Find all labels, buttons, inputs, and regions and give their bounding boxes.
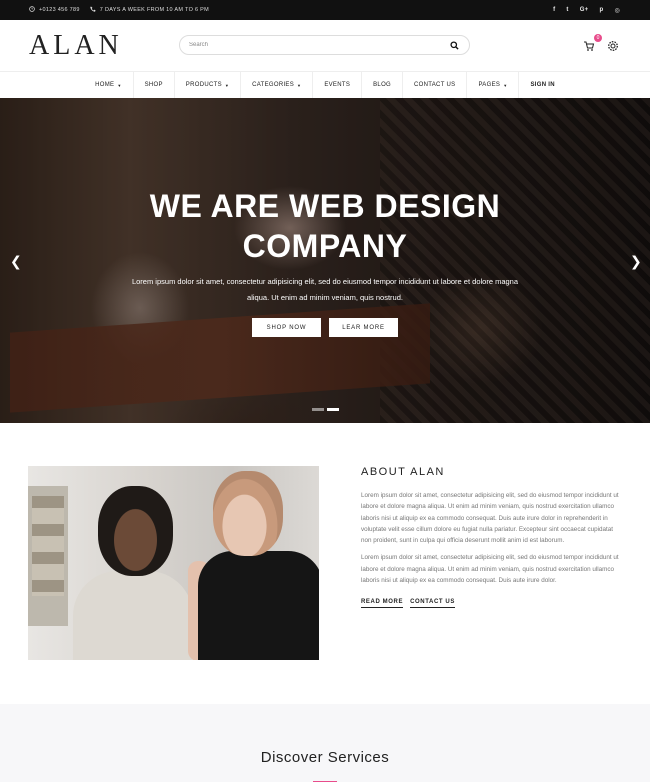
instagram-icon[interactable]: ◎	[614, 7, 620, 14]
phone-info: +0123 456 789	[29, 6, 80, 14]
google-plus-icon[interactable]: G+	[580, 7, 589, 13]
nav-item-pages[interactable]: PAGES ▼	[466, 72, 518, 98]
cart-count-badge: 0	[594, 34, 602, 42]
prev-slide-icon[interactable]: ❮	[10, 253, 22, 270]
hero-title: WE ARE WEB DESIGN COMPANY	[149, 188, 501, 264]
search-input[interactable]	[189, 42, 448, 48]
hero-text: Lorem ipsum dolor sit amet, consectetur …	[131, 277, 519, 302]
contact-info: +0123 456 789 7 DAYS A WEEK FROM 10 AM T…	[29, 0, 209, 20]
phone-number: +0123 456 789	[39, 7, 80, 13]
about-title: ABOUT ALAN	[361, 466, 445, 478]
opening-hours: 7 DAYS A WEEK FROM 10 AM TO 6 PM	[99, 7, 210, 13]
slider-dot[interactable]	[311, 408, 324, 411]
nav-item-products[interactable]: PRODUCTS ▼	[173, 72, 240, 98]
caret-down-icon: ▼	[224, 82, 230, 88]
cart-icon	[583, 39, 595, 56]
slider-dots	[0, 408, 650, 411]
about-paragraph-2: Lorem ipsum dolor sit amet, consectetur …	[361, 554, 619, 585]
settings-button[interactable]	[607, 39, 620, 52]
caret-down-icon: ▼	[117, 82, 122, 88]
about-image	[28, 466, 319, 660]
cart-button[interactable]: 0	[583, 34, 602, 56]
nav-item-sign-in[interactable]: SIGN IN	[518, 72, 565, 98]
nav-item-shop[interactable]: SHOP	[132, 72, 174, 98]
hero-buttons: SHOP NOW LEAR MORE	[0, 318, 650, 337]
nav-item-blog[interactable]: BLOG	[361, 72, 402, 98]
phone-icon	[90, 6, 96, 14]
nav-item-contact-us[interactable]: CONTACT US	[402, 72, 466, 98]
hours-info: 7 DAYS A WEEK FROM 10 AM TO 6 PM	[90, 6, 209, 14]
top-bar: +0123 456 789 7 DAYS A WEEK FROM 10 AM T…	[0, 0, 650, 20]
gear-icon	[607, 39, 619, 56]
nav-item-home[interactable]: HOME ▼	[84, 72, 132, 98]
facebook-icon[interactable]: f	[553, 7, 555, 13]
pinterest-icon[interactable]: p	[599, 7, 603, 13]
about-section: ABOUT ALAN Lorem ipsum dolor sit amet, c…	[361, 466, 622, 609]
site-header: ALAN 0	[0, 20, 650, 72]
contact-us-link[interactable]: CONTACT US	[410, 599, 455, 609]
caret-down-icon: ▼	[297, 82, 302, 88]
slider-dot-active[interactable]	[326, 408, 339, 411]
site-logo[interactable]: ALAN	[29, 30, 123, 62]
services-section: Discover Services	[0, 704, 650, 782]
clock-icon	[29, 6, 35, 14]
services-title: Discover Services	[260, 749, 390, 766]
social-links: f t G+ p ◎	[553, 0, 620, 20]
read-more-link[interactable]: READ MORE	[361, 599, 404, 609]
search-bar	[179, 35, 470, 55]
about-paragraph-1: Lorem ipsum dolor sit amet, consectetur …	[361, 492, 619, 545]
twitter-icon[interactable]: t	[566, 7, 568, 13]
search-icon[interactable]	[448, 39, 460, 51]
hero-slider: WE ARE WEB DESIGN COMPANY Lorem ipsum do…	[0, 98, 650, 423]
shop-now-button[interactable]: SHOP NOW	[252, 318, 321, 337]
nav-item-categories[interactable]: CATEGORIES ▼	[240, 72, 312, 98]
nav-item-events[interactable]: EVENTS	[312, 72, 361, 98]
about-links: READ MORE CONTACT US	[361, 599, 622, 609]
main-nav: HOME ▼ SHOP PRODUCTS ▼ CATEGORIES ▼ EVENTS …	[0, 72, 650, 98]
learn-more-button[interactable]: LEAR MORE	[329, 318, 398, 337]
caret-down-icon: ▼	[503, 82, 508, 88]
next-slide-icon[interactable]: ❯	[630, 253, 642, 270]
